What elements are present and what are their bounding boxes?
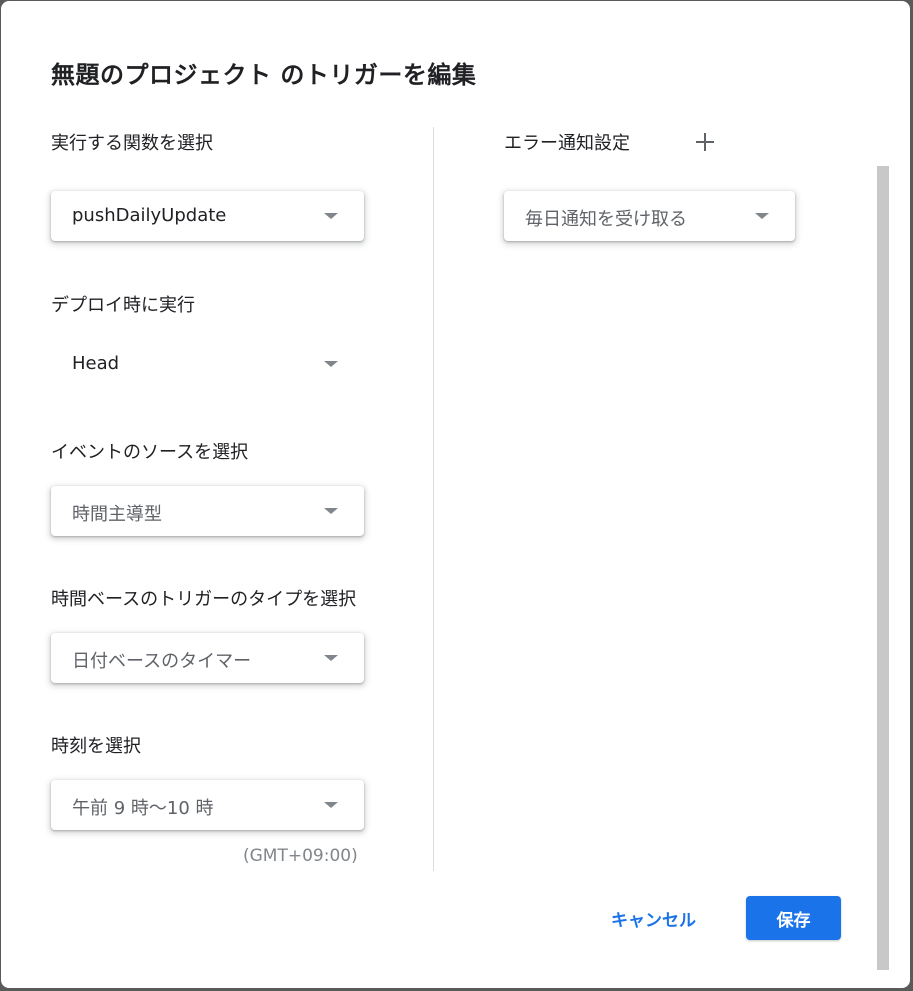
column-divider: [433, 127, 434, 871]
time-of-day-select-value: 午前 9 時〜10 時: [72, 798, 214, 819]
save-button[interactable]: 保存: [746, 896, 841, 940]
cancel-button[interactable]: キャンセル: [597, 896, 710, 940]
time-of-day-label: 時刻を選択: [51, 736, 141, 757]
function-select-value: pushDailyUpdate: [72, 205, 227, 226]
timezone-note: (GMT+09:00): [243, 846, 358, 866]
dialog-title: 無題のプロジェクト のトリガーを編集: [51, 61, 477, 89]
event-source-label: イベントのソースを選択: [51, 442, 249, 463]
dropdown-arrow-icon: [755, 213, 769, 219]
dropdown-arrow-icon: [324, 508, 338, 514]
plus-icon[interactable]: [691, 128, 719, 156]
event-source-select-value: 時間主導型: [72, 504, 162, 525]
trigger-type-select[interactable]: 日付ベースのタイマー: [51, 633, 364, 683]
edit-trigger-dialog: 無題のプロジェクト のトリガーを編集 実行する関数を選択 pushDailyUp…: [1, 1, 910, 988]
function-select[interactable]: pushDailyUpdate: [51, 191, 364, 241]
error-notification-select-value: 毎日通知を受け取る: [525, 209, 687, 230]
dropdown-arrow-icon: [324, 802, 338, 808]
trigger-type-select-value: 日付ベースのタイマー: [72, 651, 252, 672]
time-of-day-select[interactable]: 午前 9 時〜10 時: [51, 780, 364, 830]
error-notification-label: エラー通知設定: [504, 133, 630, 154]
error-notification-select[interactable]: 毎日通知を受け取る: [504, 191, 795, 241]
dropdown-arrow-icon: [324, 655, 338, 661]
dropdown-arrow-icon: [324, 213, 338, 219]
trigger-type-label: 時間ベースのトリガーのタイプを選択: [51, 589, 357, 610]
function-label: 実行する関数を選択: [51, 133, 213, 154]
deployment-select-value: Head: [72, 353, 120, 374]
deployment-label: デプロイ時に実行: [51, 295, 195, 316]
scrollbar[interactable]: [877, 166, 889, 970]
event-source-select[interactable]: 時間主導型: [51, 486, 364, 536]
dropdown-arrow-icon: [324, 361, 338, 367]
deployment-select[interactable]: Head: [51, 339, 364, 389]
